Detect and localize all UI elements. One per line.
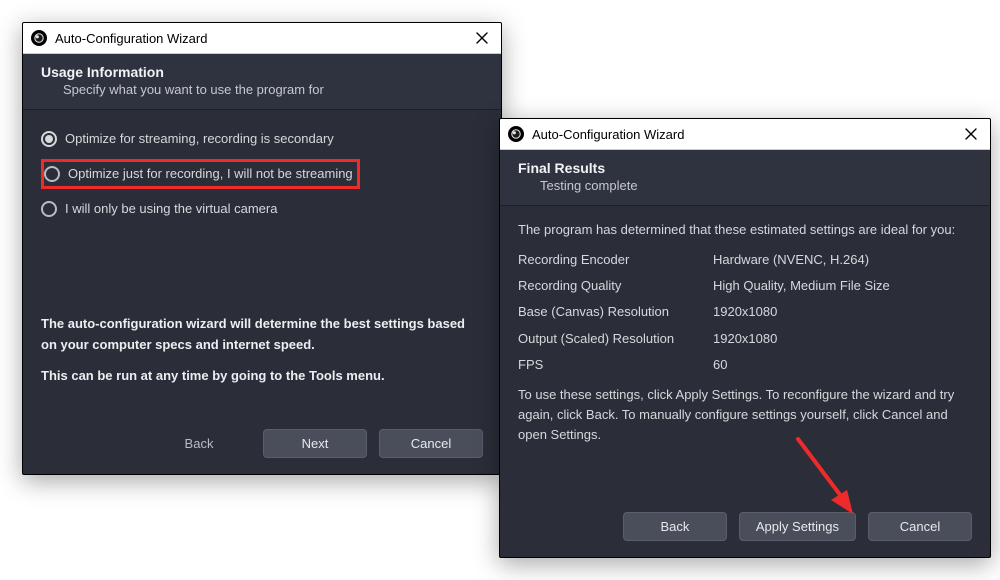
info-line: This can be run at any time by going to … — [41, 366, 483, 387]
radio-icon — [41, 131, 57, 147]
row-key: Base (Canvas) Resolution — [518, 302, 713, 322]
window-title: Auto-Configuration Wizard — [532, 127, 684, 142]
info-text: The auto-configuration wizard will deter… — [41, 314, 483, 386]
header-band: Final Results Testing complete — [500, 150, 990, 206]
header-band: Usage Information Specify what you want … — [23, 54, 501, 110]
highlight-annotation: Optimize just for recording, I will not … — [41, 159, 360, 189]
header-subtitle: Specify what you want to use the program… — [41, 80, 483, 97]
dialog-body: The program has determined that these es… — [500, 206, 990, 502]
wizard-usage-dialog: Auto-Configuration Wizard Usage Informat… — [22, 22, 502, 475]
row-key: Output (Scaled) Resolution — [518, 329, 713, 349]
radio-option-recording[interactable]: Optimize just for recording, I will not … — [39, 154, 483, 194]
row-value: 60 — [713, 355, 972, 375]
close-icon[interactable] — [960, 123, 982, 145]
radio-label: Optimize for streaming, recording is sec… — [65, 129, 334, 149]
settings-grid: Recording Encoder Hardware (NVENC, H.264… — [518, 250, 972, 375]
row-value: 1920x1080 — [713, 329, 972, 349]
obs-icon — [31, 30, 47, 46]
cancel-button[interactable]: Cancel — [379, 429, 483, 458]
back-button[interactable]: Back — [147, 429, 251, 458]
row-key: Recording Quality — [518, 276, 713, 296]
row-value: Hardware (NVENC, H.264) — [713, 250, 972, 270]
titlebar[interactable]: Auto-Configuration Wizard — [500, 119, 990, 150]
radio-option-virtual-camera[interactable]: I will only be using the virtual camera — [39, 194, 483, 224]
trail-text: To use these settings, click Apply Setti… — [518, 385, 972, 445]
titlebar[interactable]: Auto-Configuration Wizard — [23, 23, 501, 54]
close-icon[interactable] — [471, 27, 493, 49]
radio-label: I will only be using the virtual camera — [65, 199, 277, 219]
row-key: FPS — [518, 355, 713, 375]
lead-text: The program has determined that these es… — [518, 220, 972, 240]
header-subtitle: Testing complete — [518, 176, 972, 193]
row-key: Recording Encoder — [518, 250, 713, 270]
header-title: Usage Information — [41, 64, 483, 80]
next-button[interactable]: Next — [263, 429, 367, 458]
info-line: The auto-configuration wizard will deter… — [41, 314, 483, 356]
button-row: Back Next Cancel — [23, 419, 501, 474]
obs-icon — [508, 126, 524, 142]
window-title: Auto-Configuration Wizard — [55, 31, 207, 46]
cancel-button[interactable]: Cancel — [868, 512, 972, 541]
radio-icon — [44, 166, 60, 182]
button-row: Back Apply Settings Cancel — [500, 502, 990, 557]
radio-label: Optimize just for recording, I will not … — [68, 164, 353, 184]
row-value: High Quality, Medium File Size — [713, 276, 972, 296]
dialog-body: Optimize for streaming, recording is sec… — [23, 110, 501, 419]
row-value: 1920x1080 — [713, 302, 972, 322]
apply-button[interactable]: Apply Settings — [739, 512, 856, 541]
radio-option-streaming[interactable]: Optimize for streaming, recording is sec… — [39, 124, 483, 154]
radio-icon — [41, 201, 57, 217]
wizard-results-dialog: Auto-Configuration Wizard Final Results … — [499, 118, 991, 558]
header-title: Final Results — [518, 160, 972, 176]
back-button[interactable]: Back — [623, 512, 727, 541]
